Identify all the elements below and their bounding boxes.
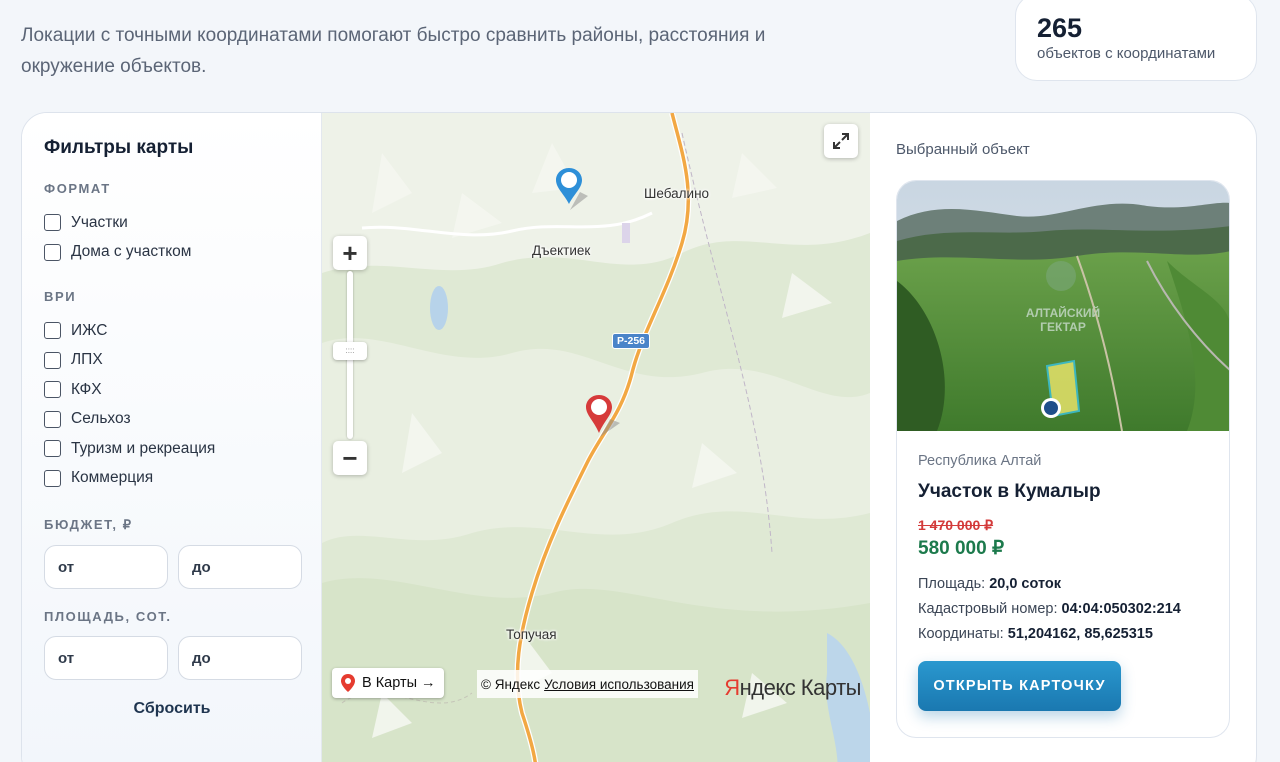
vri-option-kfh[interactable]: КФХ [44, 375, 321, 405]
map-copyright: © Яндекс Условия использования [477, 670, 698, 698]
checkbox[interactable] [44, 410, 61, 428]
object-name: Участок в Кумалыр [918, 481, 1101, 502]
object-price: 580 000 ₽ [918, 538, 1005, 559]
format-section-label: ФОРМАТ [44, 181, 111, 196]
object-area-value: 20,0 соток [989, 576, 1062, 592]
checkbox-label: Коммерция [71, 469, 154, 487]
checkbox[interactable] [44, 214, 61, 232]
copyright-text: © Яндекс [481, 676, 541, 692]
zoom-out-button[interactable]: − [333, 441, 367, 475]
checkbox[interactable] [44, 351, 61, 369]
object-area-label: Площадь: [918, 576, 986, 592]
object-cadastre-row: Кадастровый номер: 04:04:050302:214 [918, 601, 1229, 617]
location-pin-icon [341, 674, 355, 692]
checkbox-label: Участки [71, 213, 128, 231]
logo-text: ндекс Карты [739, 675, 862, 700]
vri-section-label: ВРИ [44, 289, 77, 304]
logo-letter: Я [724, 675, 740, 700]
terms-link[interactable]: Условия использования [544, 677, 694, 692]
area-section-label: ПЛОЩАДЬ, СОТ. [44, 609, 172, 624]
object-photo: АЛТАЙСКИЙ ГЕКТАР [897, 181, 1229, 431]
checkbox-label: ЛПХ [71, 351, 103, 369]
object-coords-row: Координаты: 51,204162, 85,625315 [918, 626, 1229, 642]
object-region: Республика Алтай [918, 453, 1042, 469]
road-badge: Р-256 [612, 333, 651, 349]
object-area-row: Площадь: 20,0 соток [918, 576, 1229, 592]
objects-count-card: 265 объектов с координатами [1015, 0, 1257, 81]
object-coords-value: 51,204162, 85,625315 [1007, 626, 1153, 642]
vri-option-commerce[interactable]: Коммерция [44, 464, 321, 494]
checkbox-label: ИЖС [71, 321, 108, 339]
map-label-dyektiek: Дъектиек [532, 243, 591, 258]
open-in-maps-label: В Карты → [362, 675, 436, 691]
zoom-in-button[interactable]: + [333, 236, 367, 270]
checkbox[interactable] [44, 469, 61, 487]
area-to-input[interactable] [178, 636, 302, 680]
checkbox[interactable] [44, 381, 61, 399]
photo-watermark-line2: ГЕКТАР [1040, 320, 1086, 334]
checkbox-label: Сельхоз [71, 410, 131, 428]
area-from-input[interactable] [44, 636, 168, 680]
fullscreen-button[interactable] [824, 124, 858, 158]
area-range [44, 636, 321, 680]
intro-text: Локации с точными координатами помогают … [21, 25, 766, 77]
map-view[interactable]: Шебалино Дъектиек Топучая Р-256 + :::: − [322, 113, 870, 762]
map-filters: Фильтры карты ФОРМАТ Участки Дома с учас… [22, 113, 322, 762]
checkbox[interactable] [44, 322, 61, 340]
budget-section-label: БЮДЖЕТ, ₽ [44, 517, 133, 532]
map-label-topuchaya: Топучая [506, 627, 557, 642]
map-label-shebalino: Шебалино [644, 186, 710, 201]
objects-count: 265 [1037, 13, 1083, 43]
open-card-button[interactable]: ОТКРЫТЬ КАРТОЧКУ [918, 661, 1121, 711]
checkbox-label: Дома с участком [71, 243, 192, 261]
open-in-maps-button[interactable]: В Карты → [332, 668, 444, 698]
map-pin-selected[interactable] [554, 166, 590, 210]
zoom-slider-handle[interactable]: :::: [333, 342, 367, 360]
object-card: АЛТАЙСКИЙ ГЕКТАР Республика Алтай Участо… [896, 180, 1230, 738]
object-cadastre-value: 04:04:050302:214 [1061, 601, 1181, 617]
objects-count-label: объектов с координатами [1037, 45, 1216, 62]
photo-watermark-line1: АЛТАЙСКИЙ [1026, 305, 1100, 320]
vri-option-tourism[interactable]: Туризм и рекреация [44, 434, 321, 464]
format-option-houses[interactable]: Дома с участком [44, 238, 321, 268]
format-option-plots[interactable]: Участки [44, 208, 321, 238]
reset-filters-button[interactable]: Сбросить [44, 700, 300, 718]
object-old-price: 1 470 000 ₽ [918, 517, 994, 533]
object-cadastre-label: Кадастровый номер: [918, 601, 1058, 617]
map-terrain [322, 113, 870, 762]
minus-icon: − [342, 443, 358, 473]
yandex-maps-logo[interactable]: Яндекс Карты [724, 675, 861, 701]
checkbox-label: КФХ [71, 380, 102, 398]
checkbox[interactable] [44, 440, 61, 458]
vri-option-izhs[interactable]: ИЖС [44, 316, 321, 346]
checkbox[interactable] [44, 243, 61, 261]
object-card-body: Республика Алтай Участок в Кумалыр 1 470… [897, 431, 1229, 711]
object-coords-label: Координаты: [918, 626, 1004, 642]
budget-to-input[interactable] [178, 545, 302, 589]
budget-range [44, 545, 321, 589]
selected-object-panel: Выбранный объект АЛТАЙСКИЙ ГЕКТАР Респуб… [870, 113, 1256, 762]
map-panel: Фильтры карты ФОРМАТ Участки Дома с учас… [21, 112, 1257, 762]
map-pin[interactable] [584, 393, 622, 437]
plus-icon: + [342, 238, 358, 268]
vri-option-lph[interactable]: ЛПХ [44, 346, 321, 376]
checkbox-label: Туризм и рекреация [71, 439, 216, 457]
selected-object-title: Выбранный объект [896, 141, 1030, 158]
budget-from-input[interactable] [44, 545, 168, 589]
expand-icon [833, 133, 849, 149]
vri-option-agri[interactable]: Сельхоз [44, 405, 321, 435]
filters-title: Фильтры карты [44, 137, 194, 158]
